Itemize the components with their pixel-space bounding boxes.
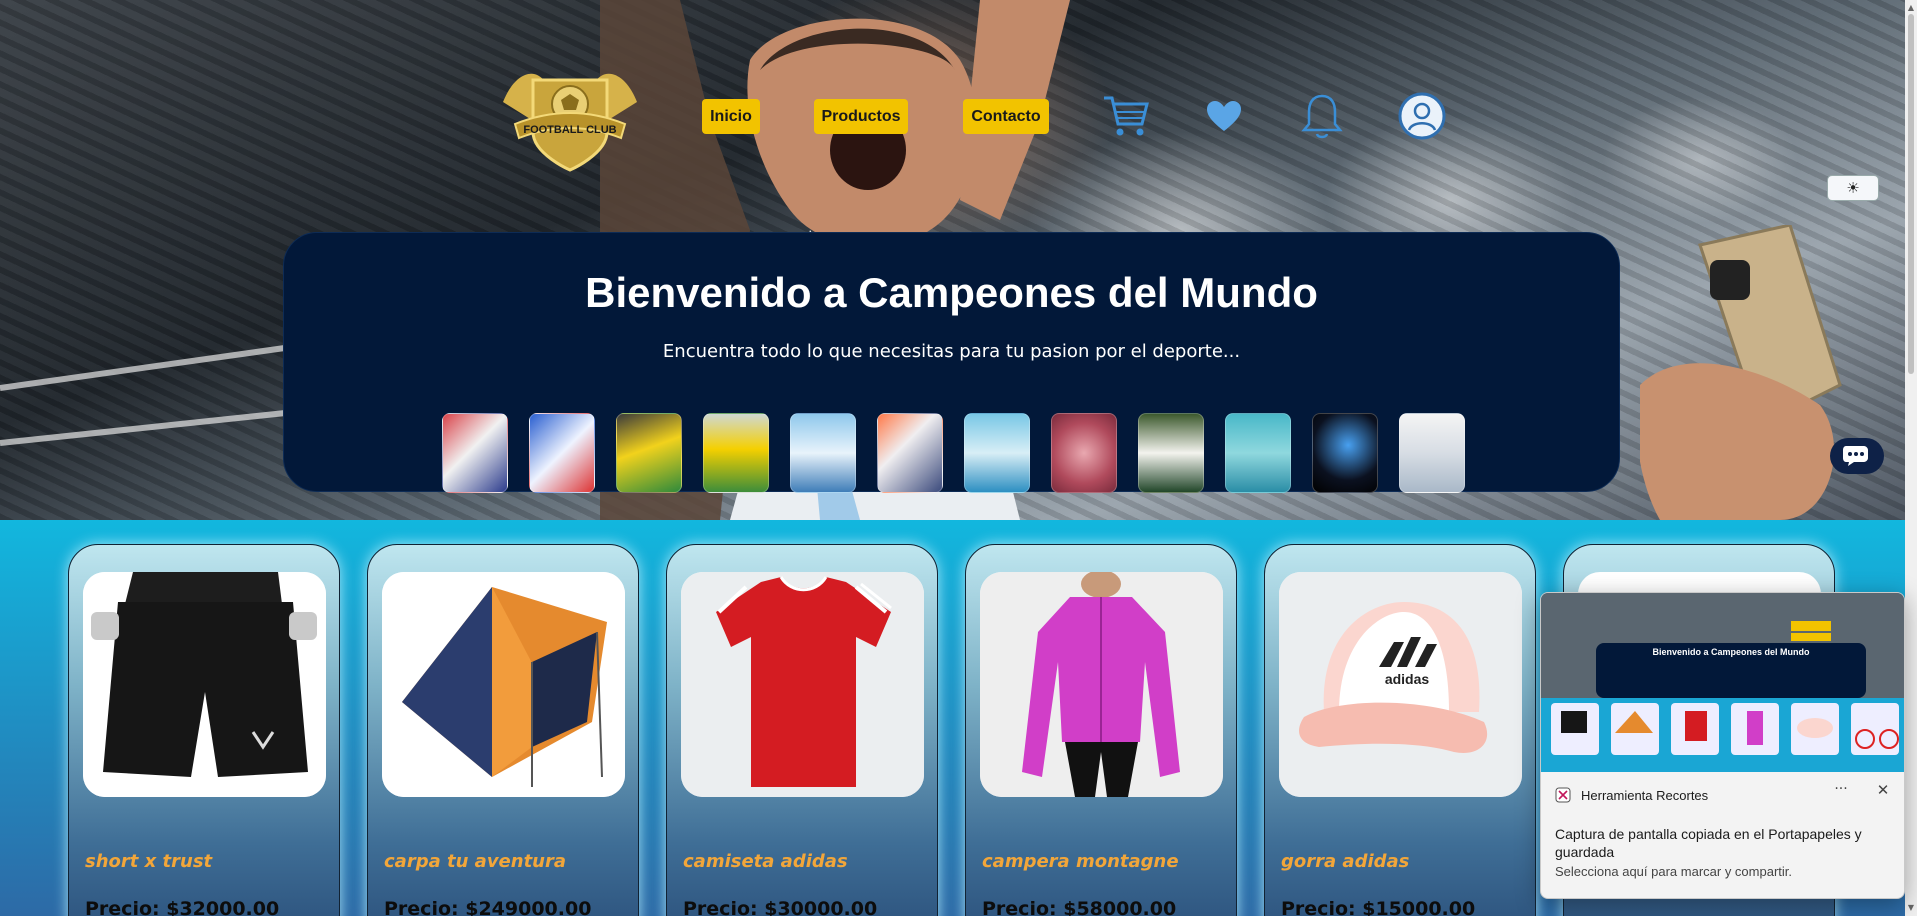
screenshot-preview[interactable]: Bienvenido a Campeones del Mundo: [1541, 593, 1904, 772]
welcome-subtitle: Encuentra todo lo que necesitas para tu …: [662, 341, 1241, 362]
toast-app-name: Herramienta Recortes: [1581, 787, 1709, 803]
sport-thumb-luge[interactable]: [1399, 413, 1465, 493]
product-name[interactable]: campera montagne: [982, 851, 1179, 872]
nav-contacto-button[interactable]: Contacto: [963, 99, 1049, 134]
scroll-up-icon[interactable]: ▲: [1905, 2, 1917, 14]
product-card[interactable]: camiseta adidas Precio: $30000.00: [666, 544, 938, 916]
toast-header: Herramienta Recortes: [1555, 787, 1708, 803]
product-card[interactable]: campera montagne Precio: $58000.00: [965, 544, 1237, 916]
svg-text:adidas: adidas: [1385, 671, 1430, 687]
heart-icon[interactable]: [1198, 90, 1250, 142]
snipping-tool-notification[interactable]: Bienvenido a Campeones del Mundo Herrami…: [1540, 592, 1905, 899]
sun-icon: ☀: [1846, 179, 1860, 197]
product-price: Precio: $30000.00: [683, 898, 878, 916]
nav-productos-button[interactable]: Productos: [814, 99, 908, 134]
chat-icon: [1843, 446, 1868, 466]
cart-icon[interactable]: [1100, 90, 1152, 142]
sport-thumb-artistic-swimming[interactable]: [964, 413, 1030, 493]
sport-thumb-rugby[interactable]: [616, 413, 682, 493]
product-price: Precio: $15000.00: [1281, 898, 1476, 916]
product-image: [980, 572, 1223, 797]
product-card[interactable]: adidas gorra adidas Precio: $15000.00: [1264, 544, 1536, 916]
theme-toggle-button[interactable]: ☀: [1827, 175, 1879, 201]
sport-thumb-football[interactable]: [703, 413, 769, 493]
product-name[interactable]: gorra adidas: [1281, 851, 1409, 872]
sport-thumb-rhythmic-gymnastics[interactable]: [1312, 413, 1378, 493]
sport-thumb-bobsleigh[interactable]: [790, 413, 856, 493]
product-image: adidas: [1279, 572, 1522, 797]
product-image: [83, 572, 326, 797]
svg-text:FOOTBALL CLUB: FOOTBALL CLUB: [523, 124, 616, 136]
product-image: [382, 572, 625, 797]
sport-thumb-taekwondo[interactable]: [442, 413, 508, 493]
sport-thumb-water-polo[interactable]: [1225, 413, 1291, 493]
svg-text:Bienvenido a Campeones del Mun: Bienvenido a Campeones del Mundo: [1652, 647, 1810, 657]
chat-button[interactable]: [1830, 438, 1884, 474]
product-card[interactable]: short x trust Precio: $32000.00: [68, 544, 340, 916]
hero-banner: FOOTBALL CLUB Inicio Productos Contacto …: [0, 0, 1905, 520]
product-price: Precio: $249000.00: [384, 898, 592, 916]
sport-thumb-rowing[interactable]: [1138, 413, 1204, 493]
sport-thumb-boxing[interactable]: [529, 413, 595, 493]
bell-icon[interactable]: [1296, 90, 1348, 142]
user-icon[interactable]: [1396, 90, 1448, 142]
welcome-title: Bienvenido a Campeones del Mundo: [585, 269, 1318, 316]
product-price: Precio: $32000.00: [85, 898, 280, 916]
scrollbar-thumb[interactable]: [1908, 14, 1914, 374]
product-name[interactable]: camiseta adidas: [683, 851, 848, 872]
snipping-tool-icon: [1555, 787, 1571, 803]
product-card[interactable]: carpa tu aventura Precio: $249000.00: [367, 544, 639, 916]
football-club-logo[interactable]: FOOTBALL CLUB: [495, 62, 645, 174]
product-price: Precio: $58000.00: [982, 898, 1177, 916]
sport-thumb-olympics[interactable]: [1051, 413, 1117, 493]
toast-subtext: Selecciona aquí para marcar y compartir.: [1555, 864, 1792, 879]
welcome-panel: Bienvenido a Campeones del Mundo Encuent…: [283, 232, 1620, 493]
toast-body[interactable]: Captura de pantalla copiada en el Portap…: [1555, 825, 1895, 881]
close-icon[interactable]: ✕: [1871, 781, 1895, 803]
phone-image: [1640, 225, 1842, 520]
product-name[interactable]: short x trust: [85, 851, 212, 872]
product-image: [681, 572, 924, 797]
sport-thumb-volleyball[interactable]: [877, 413, 943, 493]
more-options-icon[interactable]: ···: [1827, 781, 1855, 803]
toast-message: Captura de pantalla copiada en el Portap…: [1555, 826, 1862, 860]
nav-inicio-button[interactable]: Inicio: [702, 99, 760, 134]
product-name[interactable]: carpa tu aventura: [384, 851, 566, 872]
scroll-down-icon[interactable]: ▼: [1905, 902, 1917, 914]
